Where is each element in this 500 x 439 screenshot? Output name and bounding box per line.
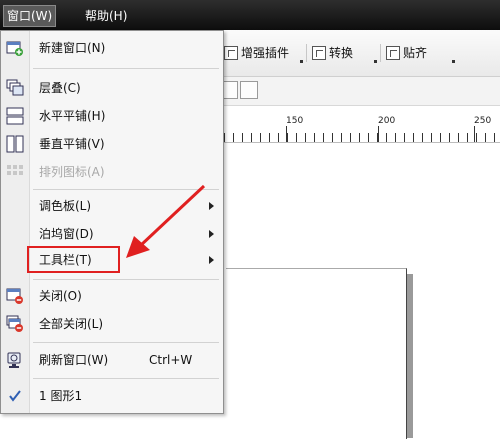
plugin-label: 增强插件 [241, 46, 290, 60]
dropdown-dot[interactable] [452, 60, 455, 63]
ruler-label: 200 [378, 116, 396, 126]
menu-item-label: 水平平铺(H) [39, 109, 106, 123]
toolbar-separator [380, 44, 381, 62]
page-shadow [407, 274, 413, 438]
tile-vertical-icon [6, 135, 24, 153]
menu-item-label: 调色板(L) [39, 199, 92, 213]
snap-icon [386, 46, 400, 60]
convert-icon [312, 46, 326, 60]
plugin-button[interactable]: 增强插件 [224, 42, 289, 64]
check-icon [9, 390, 21, 402]
menu-item-label: 1 图形1 [39, 389, 83, 403]
arrange-icons-icon [7, 165, 23, 175]
convert-label: 转换 [329, 46, 354, 60]
window-menu-dropdown: 新建窗口(N) 层叠(C) 水平平铺(H) 垂直平铺(V) 排列图标(A) 调色… [0, 30, 224, 414]
menu-separator [33, 378, 219, 379]
refresh-window-icon [7, 352, 21, 368]
ruler-label: 250 [474, 116, 492, 126]
select-frame-icon[interactable] [240, 81, 258, 99]
menu-item-open-document[interactable]: 1 图形1 [1, 383, 223, 409]
menu-item-cascade[interactable]: 层叠(C) [1, 75, 223, 101]
convert-button[interactable]: 转换 [312, 42, 353, 64]
dropdown-dot[interactable] [374, 60, 377, 63]
menu-item-close[interactable]: 关闭(O) [1, 283, 223, 309]
cascade-icon [6, 79, 24, 96]
menu-item-tile-horizontal[interactable]: 水平平铺(H) [1, 103, 223, 129]
toolbar: 增强插件 转换 贴齐 [224, 30, 500, 77]
submenu-arrow-icon [209, 256, 214, 264]
highlight-box [27, 246, 120, 273]
ruler-major-tick [286, 126, 287, 142]
property-bar [220, 77, 500, 106]
ruler-major-tick [378, 126, 379, 142]
snap-label: 贴齐 [403, 46, 428, 60]
menu-separator [33, 189, 219, 190]
ruler-ticks [224, 133, 500, 142]
menu-help[interactable]: 帮助(H) [82, 6, 130, 26]
menu-item-close-all[interactable]: 全部关闭(L) [1, 311, 223, 337]
snap-button[interactable]: 贴齐 [386, 42, 427, 64]
submenu-arrow-icon [209, 202, 214, 210]
menu-item-arrange-icons: 排列图标(A) [1, 159, 223, 185]
menu-item-color-palette[interactable]: 调色板(L) [1, 193, 223, 219]
tile-horizontal-icon [6, 107, 24, 125]
ruler-major-tick [474, 126, 475, 142]
menu-item-tile-vertical[interactable]: 垂直平铺(V) [1, 131, 223, 157]
menu-separator [33, 279, 219, 280]
dropdown-dot[interactable] [300, 60, 303, 63]
menu-item-new-window[interactable]: 新建窗口(N) [1, 35, 223, 61]
ruler-label: 150 [286, 116, 304, 126]
menubar: 窗口(W) 帮助(H) [0, 0, 500, 30]
toolbar-separator [306, 44, 307, 62]
menu-item-label: 垂直平铺(V) [39, 137, 105, 151]
close-all-icon [6, 315, 23, 332]
submenu-arrow-icon [209, 230, 214, 238]
menu-item-dockers[interactable]: 泊坞窗(D) [1, 221, 223, 247]
shortcut-label: Ctrl+W [149, 353, 193, 367]
menu-item-label: 泊坞窗(D) [39, 227, 94, 241]
menu-item-label: 新建窗口(N) [39, 41, 106, 55]
menu-item-label: 排列图标(A) [39, 165, 105, 179]
plugin-icon [224, 46, 238, 60]
menu-separator [33, 342, 219, 343]
menu-window[interactable]: 窗口(W) [3, 5, 57, 27]
menu-item-label: 全部关闭(L) [39, 317, 104, 331]
menu-item-label: 关闭(O) [39, 289, 82, 303]
close-window-icon [6, 288, 23, 304]
menu-item-label: 刷新窗口(W) [39, 353, 109, 367]
new-window-icon [6, 41, 23, 56]
menu-item-label: 层叠(C) [39, 81, 81, 95]
document-page[interactable] [226, 268, 407, 439]
horizontal-ruler[interactable]: 150 200 250 [224, 112, 500, 143]
menu-separator [33, 68, 219, 69]
menu-item-refresh-window[interactable]: 刷新窗口(W) Ctrl+W [1, 347, 223, 373]
